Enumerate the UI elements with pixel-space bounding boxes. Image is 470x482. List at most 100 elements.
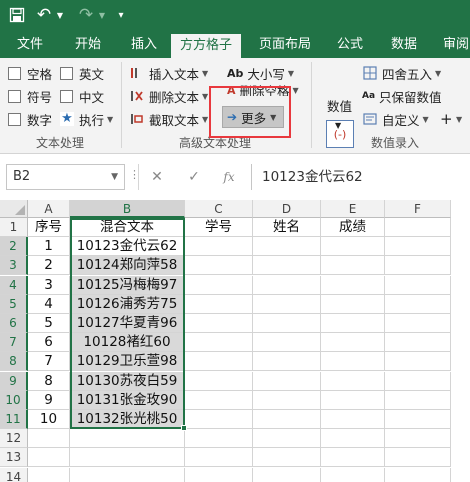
cell-e4[interactable] <box>321 276 385 295</box>
row-header-4[interactable]: 4 <box>0 276 28 295</box>
cell-a7[interactable]: 6 <box>28 333 70 352</box>
cell-f4[interactable] <box>385 276 451 295</box>
checkbox-box[interactable] <box>60 66 73 80</box>
cell-b2[interactable]: 10123金代云62 <box>70 237 185 256</box>
cell-a1[interactable]: 序号 <box>28 218 70 237</box>
cell-b4[interactable]: 10125冯梅梅97 <box>70 276 185 295</box>
cell-c10[interactable] <box>185 391 253 410</box>
cell-f3[interactable] <box>385 256 451 275</box>
row-header-7[interactable]: 7 <box>0 333 28 352</box>
row-header-2[interactable]: 2 <box>0 237 28 256</box>
cell-d1[interactable]: 姓名 <box>253 218 321 237</box>
row-header-6[interactable]: 6 <box>0 314 28 333</box>
cell-e10[interactable] <box>321 391 385 410</box>
cell-d6[interactable] <box>253 314 321 333</box>
row-header-5[interactable]: 5 <box>0 295 28 314</box>
cell-d14[interactable] <box>253 468 321 482</box>
cell-c11[interactable] <box>185 410 253 429</box>
insert-function-button[interactable]: fx <box>218 164 240 190</box>
checkbox-number[interactable]: 数字 <box>8 110 52 128</box>
cell-e9[interactable] <box>321 372 385 391</box>
cell-e1[interactable]: 成绩 <box>321 218 385 237</box>
column-header-e[interactable]: E <box>321 200 385 218</box>
cell-b6[interactable]: 10127华夏青96 <box>70 314 185 333</box>
cell-d10[interactable] <box>253 391 321 410</box>
redo-icon[interactable]: ↷ <box>76 4 96 26</box>
cell-e7[interactable] <box>321 333 385 352</box>
cell-a9[interactable]: 8 <box>28 372 70 391</box>
cell-f5[interactable] <box>385 295 451 314</box>
case-button[interactable]: Ab 大小写 ▼ <box>227 64 294 82</box>
execute-button[interactable]: ★ 执行 ▼ <box>60 110 113 128</box>
cell-d9[interactable] <box>253 372 321 391</box>
cell-c7[interactable] <box>185 333 253 352</box>
cell-d8[interactable] <box>253 352 321 371</box>
redo-dropdown-icon[interactable]: ▼ <box>97 4 107 26</box>
tab-fangfang[interactable]: 方方格子 <box>171 34 241 58</box>
extract-text-button[interactable]: 截取文本 ▼ <box>129 110 208 128</box>
cell-f12[interactable] <box>385 429 451 448</box>
row-header-8[interactable]: 8 <box>0 352 28 371</box>
cell-c9[interactable] <box>185 372 253 391</box>
column-header-d[interactable]: D <box>253 200 321 218</box>
numeric-button[interactable]: 数值 <box>327 96 352 114</box>
cell-c5[interactable] <box>185 295 253 314</box>
cell-f11[interactable] <box>385 410 451 429</box>
row-header-1[interactable]: 1 <box>0 218 28 237</box>
cell-b9[interactable]: 10130苏夜白59 <box>70 372 185 391</box>
cell-c2[interactable] <box>185 237 253 256</box>
cell-d7[interactable] <box>253 333 321 352</box>
cell-c6[interactable] <box>185 314 253 333</box>
tab-file[interactable]: 文件 <box>10 32 50 58</box>
cell-e5[interactable] <box>321 295 385 314</box>
column-header-a[interactable]: A <box>28 200 70 218</box>
cell-f2[interactable] <box>385 237 451 256</box>
fill-handle[interactable] <box>181 425 187 431</box>
cell-f6[interactable] <box>385 314 451 333</box>
cell-b11[interactable]: 10132张光桃50 <box>70 410 185 429</box>
cell-a11[interactable]: 10 <box>28 410 70 429</box>
undo-icon[interactable]: ↶ <box>34 4 54 26</box>
cell-f13[interactable] <box>385 448 451 467</box>
save-icon[interactable] <box>6 4 28 26</box>
column-header-b[interactable]: B <box>70 200 185 218</box>
chevron-down-icon[interactable]: ▼ <box>111 165 118 189</box>
checkbox-english[interactable]: 英文 <box>60 64 104 82</box>
cell-f10[interactable] <box>385 391 451 410</box>
cell-f7[interactable] <box>385 333 451 352</box>
confirm-icon[interactable]: ✓ <box>183 164 205 190</box>
undo-dropdown-icon[interactable]: ▼ <box>55 4 65 26</box>
cell-a14[interactable] <box>28 468 70 482</box>
delete-text-button[interactable]: 删除文本 ▼ <box>129 87 208 105</box>
column-header-f[interactable]: F <box>385 200 451 218</box>
cell-b12[interactable] <box>70 429 185 448</box>
keep-numbers-button[interactable]: Aa 只保留数值 <box>362 87 442 105</box>
cell-b13[interactable] <box>70 448 185 467</box>
customize-qat-icon[interactable]: ▾ <box>114 4 128 26</box>
cell-a13[interactable] <box>28 448 70 467</box>
cell-f14[interactable] <box>385 468 451 482</box>
column-header-c[interactable]: C <box>185 200 253 218</box>
insert-text-button[interactable]: 插入文本 ▼ <box>129 64 208 82</box>
row-header-9[interactable]: 9 <box>0 372 28 391</box>
cell-a8[interactable]: 7 <box>28 352 70 371</box>
row-header-10[interactable]: 10 <box>0 391 28 410</box>
cell-d4[interactable] <box>253 276 321 295</box>
cell-d12[interactable] <box>253 429 321 448</box>
cell-e12[interactable] <box>321 429 385 448</box>
cell-a2[interactable]: 1 <box>28 237 70 256</box>
checkbox-chinese[interactable]: 中文 <box>60 87 104 105</box>
cell-f9[interactable] <box>385 372 451 391</box>
formula-input[interactable]: 10123金代云62 <box>251 164 470 190</box>
cell-a4[interactable]: 3 <box>28 276 70 295</box>
cell-a6[interactable]: 5 <box>28 314 70 333</box>
tab-data[interactable]: 数据 <box>382 32 426 58</box>
cell-d3[interactable] <box>253 256 321 275</box>
cell-d2[interactable] <box>253 237 321 256</box>
cell-b1[interactable]: 混合文本 <box>70 218 185 237</box>
cell-c12[interactable] <box>185 429 253 448</box>
select-all-corner[interactable] <box>0 200 28 218</box>
custom-button[interactable]: 自定义 ▼ <box>362 110 429 128</box>
cell-e11[interactable] <box>321 410 385 429</box>
checkbox-box[interactable] <box>8 89 21 103</box>
